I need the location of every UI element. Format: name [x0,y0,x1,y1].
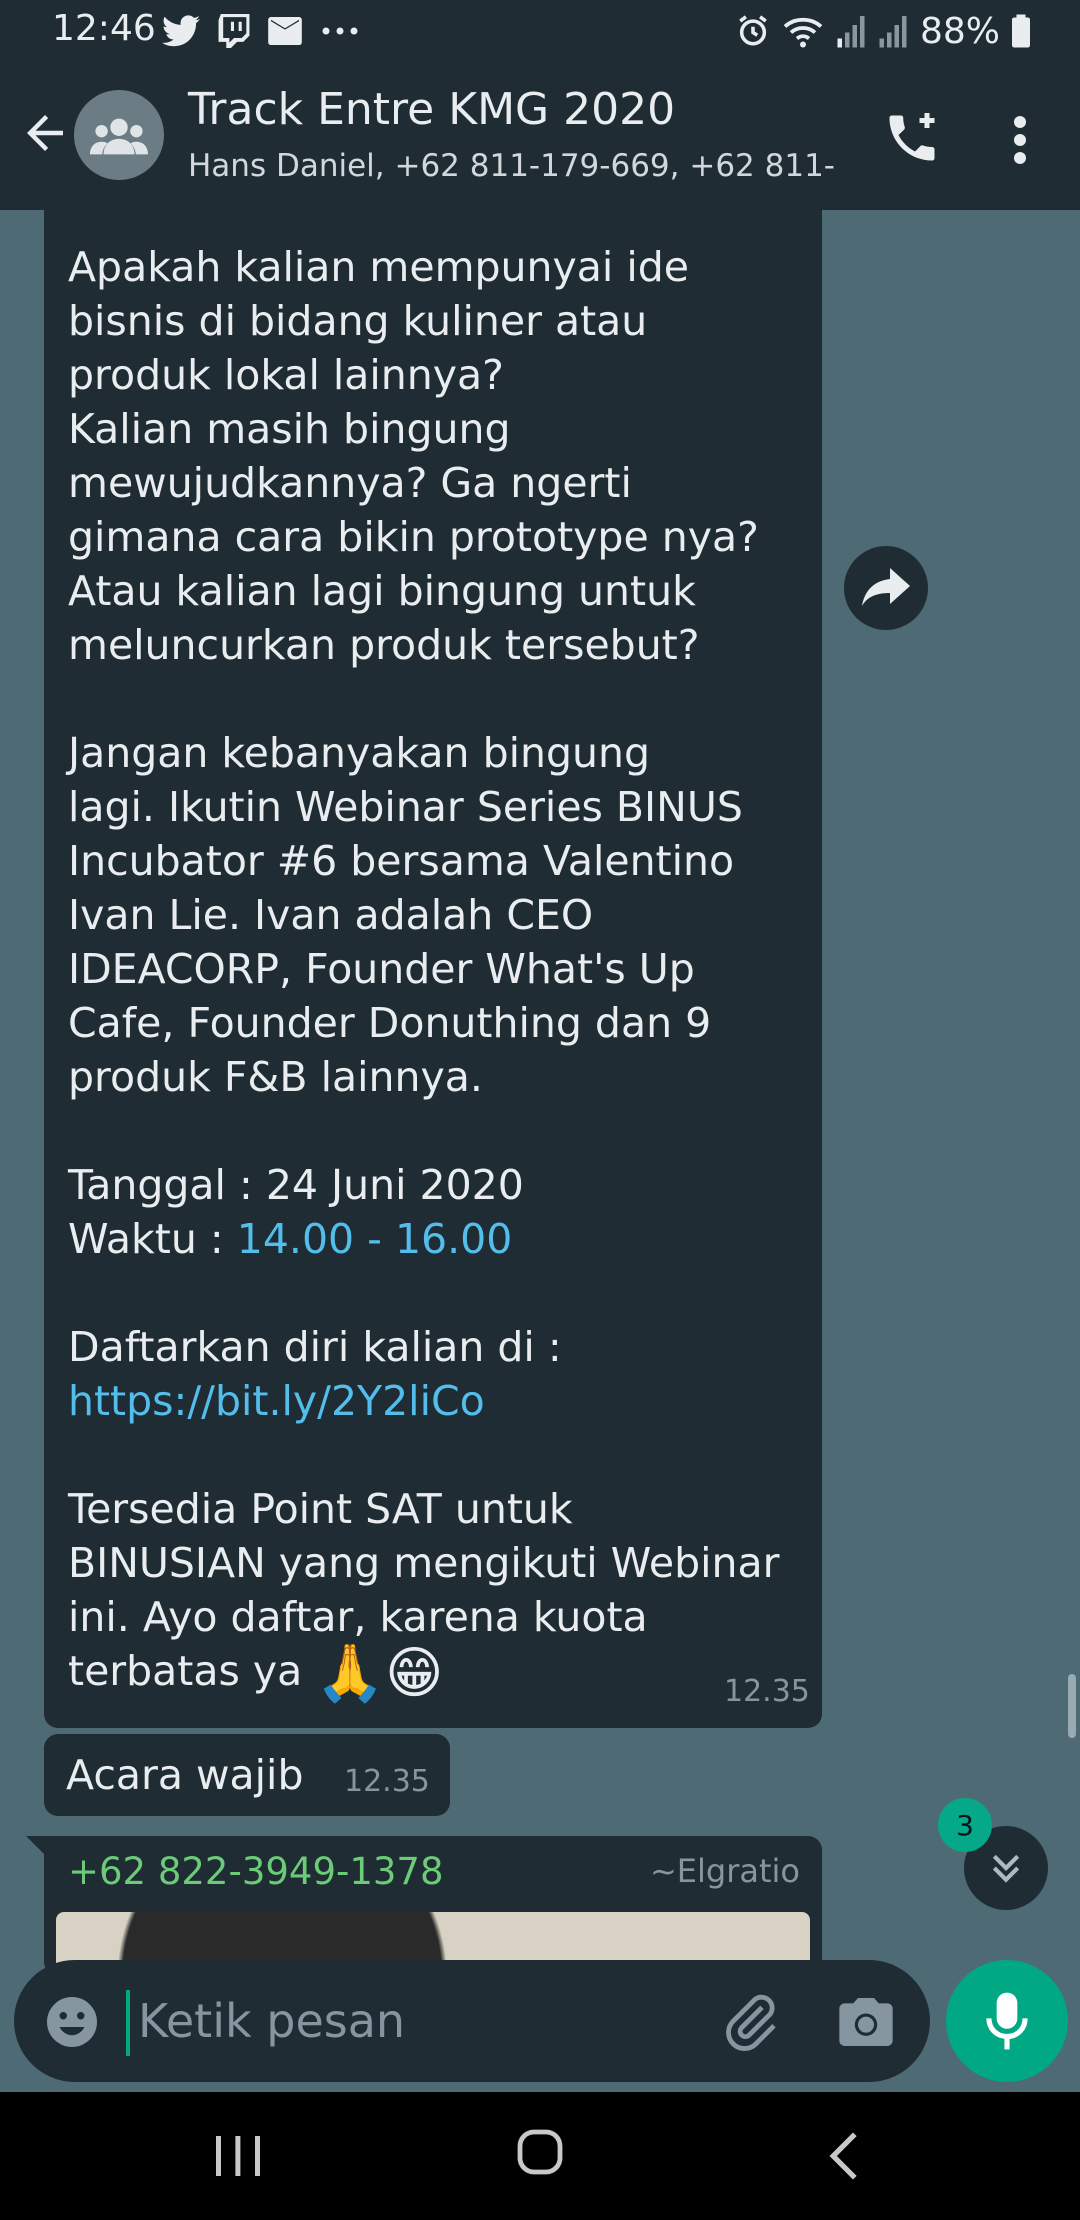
home-button[interactable] [516,2128,564,2176]
group-avatar[interactable] [74,90,164,180]
twitch-icon [218,14,250,48]
wifi-icon [782,14,824,48]
scrollbar-thumb[interactable] [1068,1674,1076,1738]
message-text: Acara wajib [66,1751,304,1799]
signal-icon [878,14,908,48]
chevron-left-icon [829,2132,857,2180]
message-body-2: Daftarkan diri kalian di : [68,1323,562,1371]
back-button[interactable] [18,106,72,160]
sender-phone[interactable]: +62 822-3949-1378 [68,1850,444,1893]
group-participants[interactable]: Hans Daniel, +62 811-179-669, +62 811-..… [188,148,838,184]
pray-emoji: 🙏 [315,1641,386,1706]
recent-apps-button[interactable] [210,2132,266,2180]
battery-icon [1012,14,1030,48]
status-bar: 12:46 88% [0,0,1080,62]
more-vert-icon [1014,116,1026,164]
recents-icon [216,2136,260,2176]
home-icon [517,2129,563,2175]
forward-icon [862,568,910,606]
sender-name: ~Elgratio [649,1852,800,1890]
unread-count-badge: 3 [938,1798,992,1852]
paperclip-icon [726,1994,776,2051]
message-timestamp: 12.35 [344,1764,430,1799]
mail-icon [268,17,302,45]
message-text: Apakah kalian mempunyai ide bisnis di bi… [68,240,800,1706]
chat-area[interactable]: Apakah kalian mempunyai ide bisnis di bi… [0,210,1080,2092]
status-time: 12:46 [52,8,156,49]
smiley-icon [47,1997,97,2047]
notification-icons [162,8,360,54]
camera-button[interactable] [834,1990,898,2054]
add-call-icon [889,113,935,161]
signal-icon [836,14,866,48]
double-chevron-down-icon [992,1854,1020,1883]
text-cursor [126,1990,130,2056]
microphone-icon [986,1992,1028,2050]
message-bubble[interactable]: Acara wajib 12.35 [44,1734,450,1816]
add-call-button[interactable] [882,108,942,168]
registration-link[interactable]: https://bit.ly/2Y2liCo [68,1377,485,1425]
forward-button[interactable] [844,546,928,630]
voice-message-button[interactable] [946,1960,1068,2082]
nav-back-button[interactable] [826,2130,862,2182]
battery-percentage: 88% [919,10,1000,52]
grin-emoji: 😁 [385,1641,444,1706]
twitter-icon [162,15,200,47]
camera-icon [839,1998,893,2046]
compose-bar [0,1952,1080,2092]
message-input[interactable] [138,1984,698,2058]
alarm-icon [736,14,770,48]
chat-header: Track Entre KMG 2020 Hans Daniel, +62 81… [0,62,1080,210]
message-bubble[interactable]: Apakah kalian mempunyai ide bisnis di bi… [44,210,822,1728]
group-title[interactable]: Track Entre KMG 2020 [188,84,675,135]
emoji-button[interactable] [42,1992,102,2052]
more-options-button[interactable] [1000,110,1040,170]
system-icons: 88% [736,8,1030,54]
compose-box [14,1960,930,2082]
time-link[interactable]: 14.00 - 16.00 [237,1215,513,1263]
more-dots-icon [320,26,360,36]
attach-button[interactable] [718,1990,782,2054]
system-nav-bar [0,2092,1080,2220]
message-timestamp: 12.35 [724,1674,810,1709]
group-icon [90,118,148,155]
message-body-1: Apakah kalian mempunyai ide bisnis di bi… [68,243,759,1263]
